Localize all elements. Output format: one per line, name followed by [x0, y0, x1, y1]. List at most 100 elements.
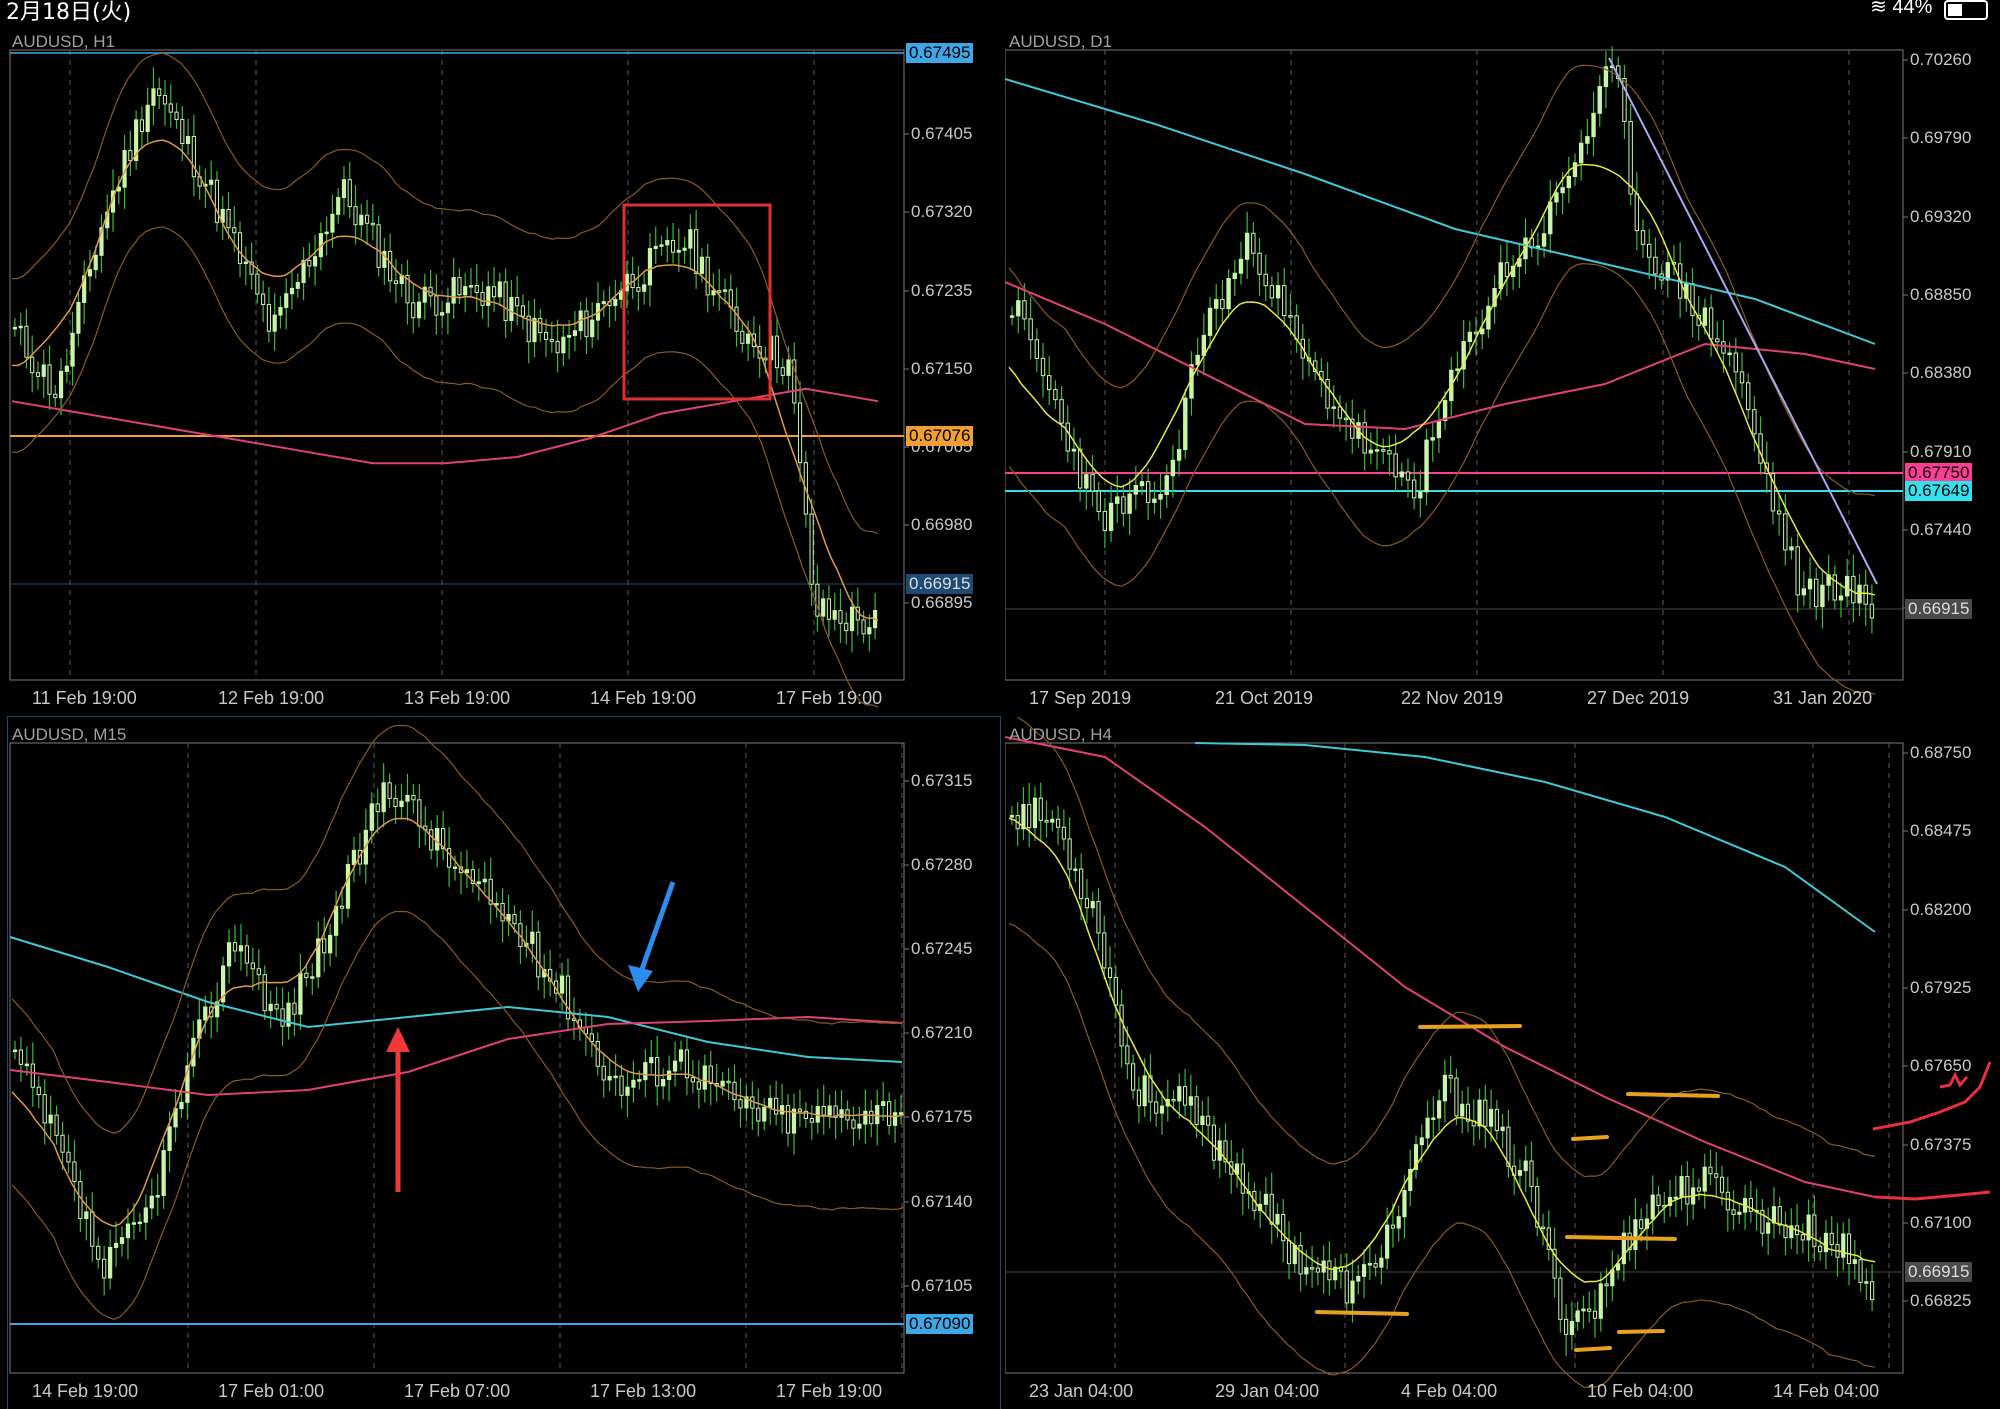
- candle-body: [797, 1108, 803, 1112]
- candle-body: [1325, 379, 1330, 409]
- candle-body: [1177, 1086, 1182, 1102]
- candle-body: [375, 803, 380, 813]
- candle-body: [1650, 1194, 1655, 1220]
- chart-pane-h4[interactable]: AUDUSD, H4 23 Jan 04:00 29 Jan 04:00 4 Feb…: [1005, 717, 2000, 1409]
- candle-body: [768, 1097, 773, 1108]
- candle-body: [1488, 1108, 1494, 1127]
- candle-body: [676, 249, 681, 253]
- candle-body: [1257, 252, 1262, 275]
- candle-body: [1152, 498, 1157, 503]
- candle-body: [1838, 595, 1844, 601]
- candle-body: [1269, 285, 1275, 299]
- hand-drawn-level-mark: [1565, 1235, 1677, 1241]
- candle-body: [1275, 285, 1281, 299]
- candle-body: [1393, 453, 1398, 478]
- candle-body: [821, 598, 826, 617]
- candle-body: [827, 1105, 832, 1116]
- candle-body: [145, 104, 150, 133]
- candle-body: [1154, 1101, 1159, 1114]
- candle-body: [1467, 331, 1473, 343]
- chart-canvas-d1[interactable]: [1005, 24, 2000, 714]
- candle-body: [113, 1242, 119, 1248]
- candle-body: [1139, 481, 1145, 487]
- candle-body: [84, 1211, 89, 1220]
- candle-body: [1820, 584, 1825, 608]
- candle-body: [1628, 120, 1633, 195]
- candle-body: [839, 1109, 844, 1118]
- candle-body: [262, 974, 267, 1012]
- candle-body: [1263, 1193, 1269, 1205]
- candle-body: [740, 330, 745, 344]
- candle-body: [168, 103, 173, 113]
- candle-body: [12, 326, 17, 330]
- candle-body: [161, 1150, 166, 1197]
- candle-body: [774, 1097, 779, 1115]
- candle-body: [1331, 406, 1336, 409]
- candle-body: [1411, 479, 1417, 499]
- chart-canvas-h1[interactable]: [8, 24, 1000, 714]
- candle-body: [1807, 578, 1813, 590]
- x-axis-label: 29 Jan 04:00: [1215, 1381, 1320, 1401]
- candle-body: [341, 179, 347, 199]
- x-axis-label: 10 Feb 04:00: [1587, 1381, 1694, 1401]
- candle-body: [1575, 1310, 1580, 1322]
- chart-canvas-h4[interactable]: [1005, 717, 2000, 1409]
- candle-body: [393, 280, 399, 285]
- candle-body: [1569, 1320, 1574, 1335]
- chart-canvas-m15[interactable]: [8, 717, 1000, 1409]
- chart-pane-h1[interactable]: AUDUSD, H1 11 Feb 19:00 12 Feb 19:00 13 Fe…: [8, 24, 1000, 714]
- candle-body: [875, 1104, 880, 1125]
- candle-body: [324, 231, 329, 235]
- y-axis-label: 0.68850: [1910, 285, 1972, 304]
- candle-body: [243, 261, 248, 265]
- x-axis-label: 17 Feb 13:00: [590, 1381, 697, 1401]
- hand-drawn-level-mark: [1617, 1329, 1665, 1334]
- chart-pane-m15[interactable]: AUDUSD, M15 14 Feb 19:00 17 Feb 01:00 17 F…: [7, 716, 1001, 1409]
- battery-percent: 44%: [1892, 0, 1933, 18]
- candle-body: [763, 357, 768, 361]
- candle-body: [411, 302, 416, 319]
- candle-body: [1812, 1214, 1817, 1247]
- candle-body: [809, 513, 814, 585]
- candle-body: [1009, 315, 1015, 318]
- candle-body: [1823, 1232, 1829, 1253]
- candle-body: [381, 782, 386, 813]
- candle-body: [494, 903, 499, 906]
- candle-body: [1240, 1163, 1245, 1194]
- candle-body: [678, 1049, 684, 1062]
- candle-body: [18, 1049, 24, 1065]
- y-axis-label: 0.67100: [1910, 1213, 1972, 1232]
- candle-body: [30, 356, 35, 374]
- candle-body: [1748, 1197, 1753, 1212]
- candle-body: [1251, 232, 1256, 254]
- candle-body: [482, 878, 487, 883]
- y-axis-label: 0.66980: [911, 515, 973, 534]
- candle-body: [1870, 1281, 1875, 1301]
- candle-body: [179, 1101, 184, 1110]
- candle-body: [1585, 136, 1590, 144]
- candle-body: [60, 1134, 65, 1153]
- candle-body: [298, 972, 303, 1015]
- chart-pane-d1[interactable]: AUDUSD, D1 17 Sep 2019 21 Oct 2019 22 Nov …: [1005, 24, 2000, 714]
- candle-body: [1498, 262, 1503, 290]
- candle-body: [53, 393, 58, 399]
- candle-body: [278, 306, 283, 316]
- candle-body: [1071, 448, 1077, 452]
- candle-body: [536, 931, 541, 978]
- candle-body: [1038, 797, 1043, 821]
- candle-body: [87, 269, 93, 277]
- candle-body: [102, 1258, 107, 1279]
- candle-body: [497, 281, 502, 298]
- moving-average-pink: [1005, 736, 1876, 1198]
- candle-body: [1721, 341, 1726, 354]
- candle-body: [1121, 496, 1126, 514]
- candle-body: [1801, 588, 1807, 596]
- candle-body: [1288, 315, 1293, 318]
- y-axis-label: 0.67650: [1910, 1056, 1972, 1075]
- candle-body: [1419, 1137, 1424, 1146]
- candle-body: [451, 277, 456, 304]
- candle-body: [1367, 1263, 1372, 1266]
- candle-body: [1016, 300, 1021, 317]
- candle-body: [1282, 285, 1287, 317]
- candle-body: [1869, 603, 1875, 619]
